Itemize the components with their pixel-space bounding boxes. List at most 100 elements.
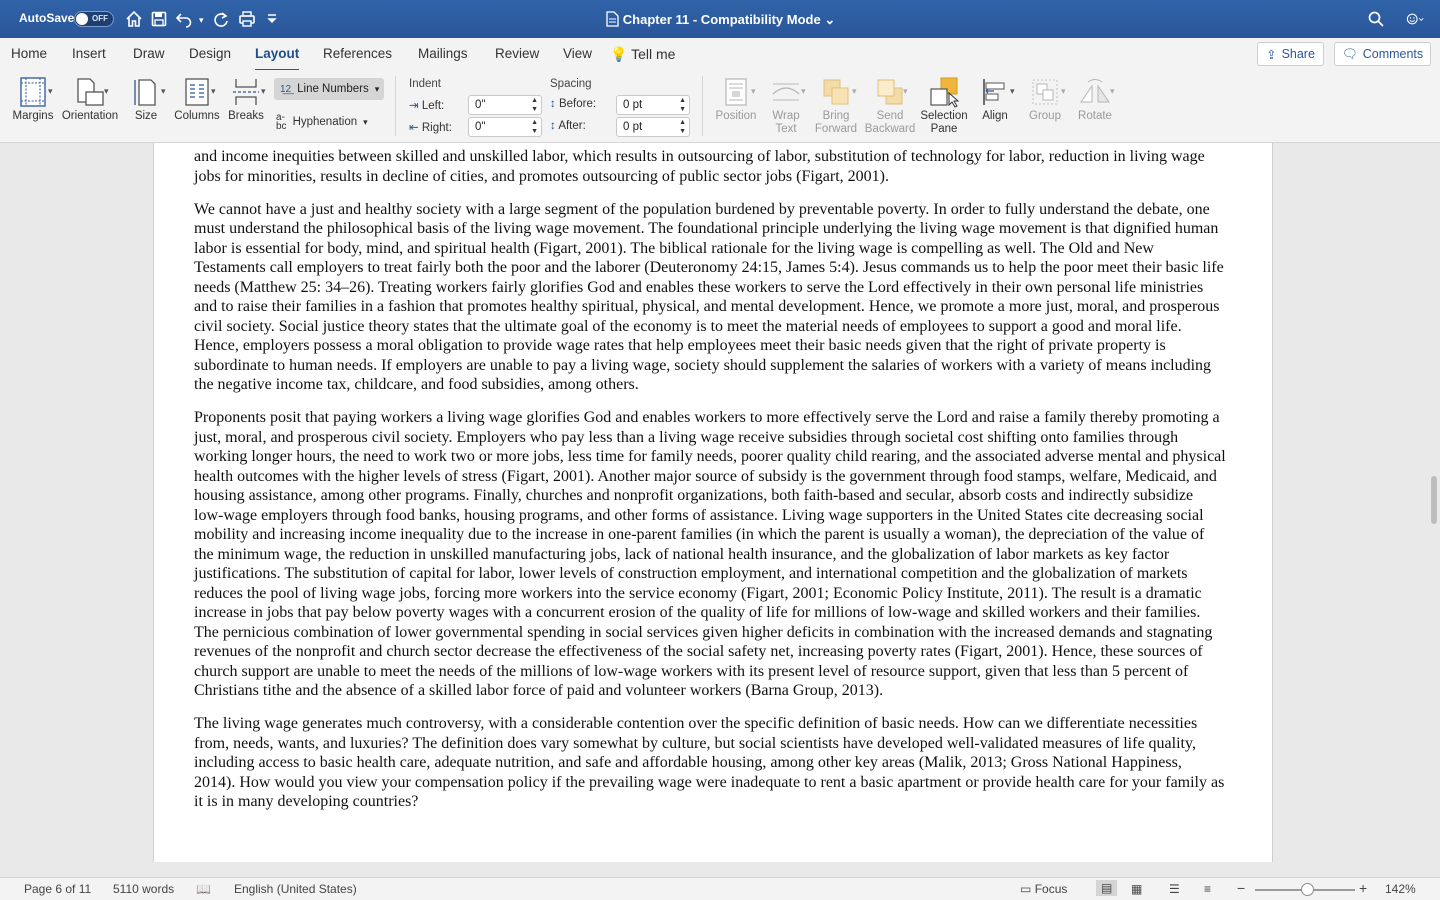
document-title[interactable]: Chapter 11 - Compatibility Mode [623,12,821,27]
spacing-before-field[interactable]: 0 pt ▲ ▼ [616,95,690,115]
wrap-text-button[interactable]: Wrap Text [764,74,808,136]
zoom-in-icon[interactable]: + [1359,880,1367,896]
page-count[interactable]: Page 6 of 11 [24,882,91,896]
print-layout-view-icon[interactable]: ▤ [1096,880,1118,896]
focus-icon: ▭ [1020,882,1032,896]
tell-me-label: Tell me [631,46,676,62]
zoom-level[interactable]: 142% [1385,882,1416,896]
orientation-button[interactable]: Orientation [60,74,120,123]
tab-mailings[interactable]: Mailings [418,46,468,61]
orientation-caret[interactable]: ▾ [104,86,109,97]
spacing-title: Spacing [550,78,592,90]
outline-view-icon[interactable]: ☰ [1169,882,1180,896]
zoom-slider[interactable] [1255,883,1355,896]
breaks-caret[interactable]: ▾ [261,86,266,97]
document-icon [605,11,619,30]
indent-title: Indent [409,78,441,90]
group-caret[interactable]: ▾ [1061,86,1066,97]
share-button[interactable]: ⇪ Share [1257,42,1324,66]
ribbon-tabs: Home Insert Draw Design Layout Reference… [0,38,1440,71]
web-layout-view-icon[interactable]: ▦ [1131,882,1142,896]
scrollbar-thumb[interactable] [1431,476,1437,524]
position-button[interactable]: Position [712,74,760,123]
search-icon[interactable] [1366,9,1386,29]
rotate-button[interactable]: Rotate [1070,74,1120,123]
line-numbers-button[interactable]: 1̲2̲ Line Numbers ▾ [274,78,384,100]
share-icon: ⇪ [1266,47,1277,62]
margins-caret[interactable]: ▾ [48,86,53,97]
margins-button[interactable]: Margins [8,74,58,123]
indent-left-field[interactable]: 0" ▲ ▼ [468,95,542,115]
group-button[interactable]: Group [1022,74,1068,123]
align-caret[interactable]: ▾ [1010,86,1015,97]
tab-references[interactable]: References [323,46,392,61]
line-numbers-caret: ▾ [374,83,380,94]
comment-icon: 🗨 [1341,46,1358,61]
layout-ribbon: Margins ▾ Orientation ▾ Size ▾ Columns ▾… [0,70,1440,143]
spacing-before-stepper[interactable]: ▲ ▼ [679,96,686,114]
paragraph[interactable]: The living wage generates much controver… [194,714,1226,812]
title-bar: AutoSave OFF ▾ Chapter 11 - Compatibilit… [0,0,1440,38]
breaks-button[interactable]: Breaks [224,74,268,123]
tab-insert[interactable]: Insert [72,46,106,61]
hyphenation-icon: a-bc [276,112,287,132]
tab-layout[interactable]: Layout [255,46,300,71]
document-area[interactable]: and income inequities between skilled an… [0,143,1440,862]
indent-left-stepper[interactable]: ▲ ▼ [531,96,538,114]
indent-left-icon: ⇥ [409,100,419,112]
focus-button[interactable]: ▭ Focus [1020,882,1067,896]
selection-pane-icon [918,74,970,110]
word-count[interactable]: 5110 words [113,882,174,896]
columns-button[interactable]: Columns [172,74,222,123]
language[interactable]: English (United States) [234,882,357,896]
draft-view-icon[interactable]: ≡ [1204,882,1211,896]
indent-right-stepper[interactable]: ▲ ▼ [531,118,538,136]
orientation-icon [60,74,120,110]
rotate-caret[interactable]: ▾ [1110,86,1115,97]
send-backward-button[interactable]: Send Backward [862,74,918,136]
indent-right-label: ⇤ Right: [409,122,452,134]
hyphenation-caret: ▾ [363,116,368,127]
paragraph[interactable]: and income inequities between skilled an… [194,147,1226,186]
vertical-scrollbar[interactable] [1428,143,1440,862]
lightbulb-icon: 💡 [610,46,628,62]
send-backward-icon [862,74,918,110]
size-caret[interactable]: ▾ [161,86,166,97]
send-backward-caret[interactable]: ▾ [903,86,908,97]
spacing-before-icon: ↕ [550,98,556,110]
spacing-after-icon: ↕ [550,120,556,132]
position-caret[interactable]: ▾ [751,86,756,97]
zoom-out-icon[interactable]: − [1237,880,1245,896]
size-button[interactable]: Size [124,74,168,123]
tab-review[interactable]: Review [495,46,539,61]
tab-view[interactable]: View [563,46,592,61]
paragraph[interactable]: Proponents posit that paying workers a l… [194,408,1226,701]
status-bar: Page 6 of 11 5110 words 📖 English (Unite… [0,877,1440,900]
bring-forward-caret[interactable]: ▾ [852,86,857,97]
spacing-after-stepper[interactable]: ▲ ▼ [679,118,686,136]
line-numbers-icon: 1̲2̲ [280,83,292,95]
align-button[interactable]: Align [972,74,1018,123]
title-chevron-down-icon[interactable]: ⌄ [821,12,835,27]
proofing-icon[interactable]: 📖 [196,882,211,896]
document-page[interactable]: and income inequities between skilled an… [153,143,1273,862]
tab-draw[interactable]: Draw [133,46,165,61]
zoom-slider-knob[interactable] [1301,883,1314,896]
indent-right-icon: ⇤ [409,122,419,134]
indent-right-field[interactable]: 0" ▲ ▼ [468,117,542,137]
hyphenation-button[interactable]: a-bc Hyphenation ▾ [276,112,368,132]
smiley-icon[interactable] [1402,9,1428,29]
columns-caret[interactable]: ▾ [211,86,216,97]
spacing-after-label: ↕ After: [550,120,586,132]
paragraph[interactable]: We cannot have a just and healthy societ… [194,200,1226,395]
comments-button[interactable]: 🗨 Comments [1334,42,1431,66]
spacing-after-field[interactable]: 0 pt ▲ ▼ [616,117,690,137]
tab-home[interactable]: Home [11,46,47,61]
document-body[interactable]: and income inequities between skilled an… [194,147,1226,825]
wrap-text-caret[interactable]: ▾ [801,86,806,97]
selection-pane-button[interactable]: Selection Pane [918,74,970,136]
spacing-before-label: ↕ Before: [550,98,597,110]
bring-forward-button[interactable]: Bring Forward [812,74,860,136]
tell-me[interactable]: 💡 Tell me [610,46,675,63]
tab-design[interactable]: Design [189,46,231,61]
